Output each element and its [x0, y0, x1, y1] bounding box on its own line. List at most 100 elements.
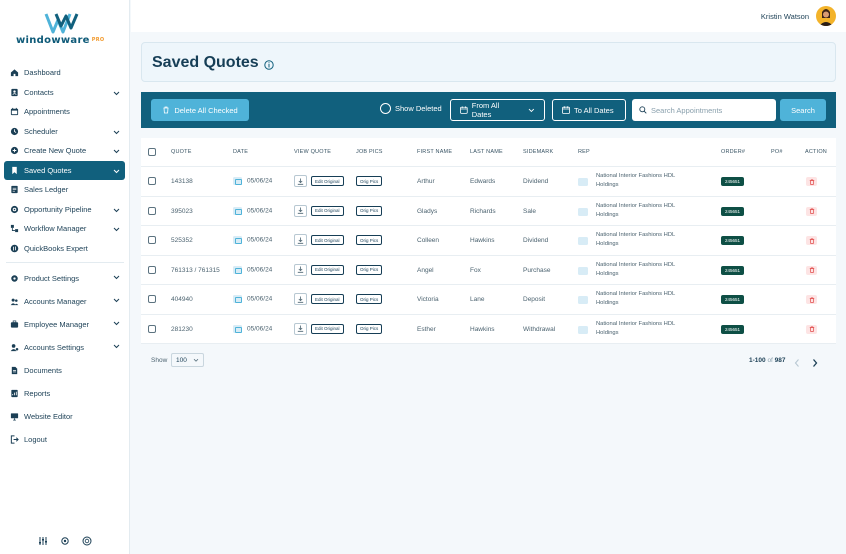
download-button[interactable] [294, 293, 307, 305]
sidebar-item-create-new-quote[interactable]: Create New Quote [0, 141, 130, 161]
download-button[interactable] [294, 263, 307, 276]
show-deleted-radio[interactable] [380, 103, 391, 114]
edit-original-button[interactable]: Edit Original [311, 205, 344, 216]
download-button[interactable] [294, 234, 307, 246]
table-row[interactable]: 395023 05/06/24 Edit Original Orig Pics Glad… [141, 196, 836, 226]
order-badge[interactable]: 245651 [721, 206, 744, 216]
edit-original-button[interactable]: Edit Original [311, 176, 344, 186]
quote-number[interactable]: 761313 / 761315 [171, 267, 220, 274]
quote-number[interactable]: 395023 [171, 208, 193, 215]
quote-number[interactable]: 143138 [171, 178, 193, 185]
orig-pics-button[interactable]: Orig Pics [356, 294, 383, 304]
col-first-name[interactable]: FIRST NAME [417, 149, 452, 155]
row-checkbox[interactable] [148, 295, 156, 303]
quote-number[interactable]: 404940 [171, 296, 193, 303]
col-rep[interactable]: REP [578, 149, 590, 155]
trash-icon [809, 267, 814, 273]
employee-icon [9, 320, 19, 330]
orig-pics-button[interactable]: Orig Pics [356, 205, 383, 216]
table-row[interactable]: 281230 05/06/24 Edit Original Orig Pics Esth… [141, 314, 836, 344]
delete-row-button[interactable] [806, 324, 817, 334]
sidebar-item-logout[interactable]: Logout [0, 428, 130, 451]
sidebar-item-product-settings[interactable]: Product Settings [0, 267, 130, 290]
user-name[interactable]: Kristin Watson [761, 12, 809, 21]
brand-logo[interactable]: windowware PRO [16, 12, 116, 48]
order-badge[interactable]: 245651 [721, 295, 744, 304]
col-quote[interactable]: QUOTE [171, 149, 192, 155]
edit-original-button[interactable]: Edit Original [311, 323, 344, 334]
sidebar-item-saved-quotes[interactable]: Saved Quotes [4, 160, 125, 180]
info-icon[interactable] [264, 57, 274, 75]
sidebar-item-employee-manager[interactable]: Employee Manager [0, 313, 130, 336]
show-deleted-toggle[interactable]: Show Deleted [380, 103, 442, 114]
table-row[interactable]: 404940 05/06/24 Edit Original Orig Pics Vict… [141, 285, 836, 315]
col-date[interactable]: DATE [233, 149, 248, 155]
edit-original-button[interactable]: Edit Original [311, 264, 344, 275]
select-all-checkbox[interactable] [148, 148, 156, 156]
row-checkbox[interactable] [148, 265, 156, 274]
edit-original-button[interactable]: Edit Original [311, 235, 344, 245]
from-date-dropdown[interactable]: From All Dates [450, 99, 545, 121]
col-view-quote[interactable]: VIEW QUOTE [294, 149, 331, 155]
sidebar-item-scheduler[interactable]: Scheduler [0, 122, 130, 142]
delete-row-button[interactable] [806, 206, 817, 216]
sidebar-nav: Dashboard Contacts Appointments Scheduler Cr… [0, 63, 130, 451]
sidebar-item-accounts-settings[interactable]: Accounts Settings [0, 336, 130, 359]
table-row[interactable]: 143138 05/06/24 Edit Original Orig Pics Arth… [141, 167, 836, 197]
quote-number[interactable]: 281230 [171, 326, 193, 333]
support-icon[interactable] [82, 536, 92, 546]
sidebar-item-quickbooks-expert[interactable]: QuickBooks Expert [0, 239, 130, 259]
sidebar-item-website-editor[interactable]: Website Editor [0, 405, 130, 428]
sidebar-item-appointments[interactable]: Appointments [0, 102, 130, 122]
to-date-dropdown[interactable]: To All Dates [552, 99, 626, 121]
orig-pics-button[interactable]: Orig Pics [356, 323, 383, 334]
trash-icon [809, 208, 814, 214]
order-badge[interactable]: 245651 [721, 324, 744, 334]
orig-pics-button[interactable]: Orig Pics [356, 235, 383, 245]
settings-icon[interactable] [60, 536, 70, 546]
col-job-pics[interactable]: JOB PICS [356, 149, 383, 155]
delete-row-button[interactable] [806, 265, 817, 275]
col-action[interactable]: ACTION [805, 149, 827, 155]
sliders-icon[interactable] [38, 536, 48, 546]
sidebar-item-accounts-manager[interactable]: Accounts Manager [0, 290, 130, 313]
row-checkbox[interactable] [148, 206, 156, 215]
order-badge[interactable]: 245651 [721, 265, 744, 275]
col-po[interactable]: PO# [771, 149, 783, 155]
next-page-button[interactable] [811, 355, 819, 373]
download-button[interactable] [294, 204, 307, 217]
delete-row-button[interactable] [806, 236, 817, 245]
page-size-select[interactable]: 100 [171, 353, 204, 367]
row-checkbox[interactable] [148, 177, 156, 185]
delete-all-checked-button[interactable]: Delete All Checked [151, 99, 249, 121]
delete-row-button[interactable] [806, 295, 817, 304]
orig-pics-button[interactable]: Orig Pics [356, 264, 383, 275]
order-badge[interactable]: 245651 [721, 236, 744, 245]
edit-original-button[interactable]: Edit Original [311, 294, 344, 304]
col-sidemark[interactable]: SIDEMARK [523, 149, 553, 155]
row-checkbox[interactable] [148, 236, 156, 244]
row-checkbox[interactable] [148, 324, 156, 333]
table-row[interactable]: 525352 05/06/24 Edit Original Orig Pics Coll… [141, 226, 836, 256]
sidebar-item-workflow-manager[interactable]: Workflow Manager [0, 219, 130, 239]
sidebar-item-contacts[interactable]: Contacts [0, 83, 130, 103]
sidebar-item-reports[interactable]: Reports [0, 382, 130, 405]
table-row[interactable]: 761313 / 761315 05/06/24 Edit Original Orig… [141, 255, 836, 285]
sidebar-item-sales-ledger[interactable]: Sales Ledger [0, 180, 130, 200]
download-button[interactable] [294, 175, 307, 187]
search-input[interactable] [651, 105, 769, 115]
delete-row-button[interactable] [806, 177, 817, 186]
download-button[interactable] [294, 322, 307, 335]
page-title: Saved Quotes [152, 54, 259, 71]
avatar[interactable] [816, 6, 836, 26]
col-order[interactable]: ORDER# [721, 149, 745, 155]
col-last-name[interactable]: LAST NAME [470, 149, 503, 155]
order-badge[interactable]: 245651 [721, 177, 744, 186]
orig-pics-button[interactable]: Orig Pics [356, 176, 383, 186]
sidebar-item-dashboard[interactable]: Dashboard [0, 63, 130, 83]
sidebar-item-documents[interactable]: Documents [0, 359, 130, 382]
sidebar-item-opportunity-pipeline[interactable]: Opportunity Pipeline [0, 200, 130, 220]
search-button[interactable]: Search [780, 99, 826, 121]
quote-number[interactable]: 525352 [171, 237, 193, 244]
prev-page-button[interactable] [793, 355, 801, 373]
